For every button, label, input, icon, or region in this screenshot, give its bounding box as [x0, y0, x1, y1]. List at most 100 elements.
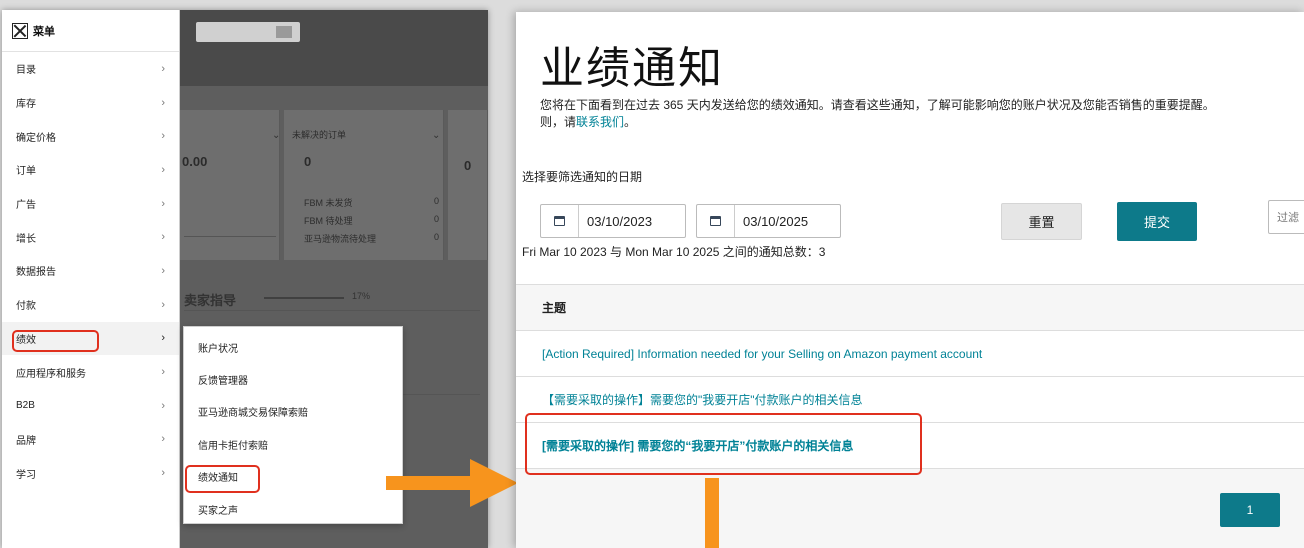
description-text: 则，请 [540, 115, 577, 129]
chevron-right-icon: › [161, 399, 165, 412]
chevron-right-icon: › [161, 231, 165, 244]
notification-link[interactable]: 【需要采取的操作】需要您的"我要开店"付款账户的相关信息 [542, 391, 863, 408]
notification-count: Fri Mar 10 2023 与 Mon Mar 10 2025 之间的通知总… [522, 245, 826, 259]
description-text: 。 [624, 115, 637, 129]
arrow-head-annotation [470, 459, 518, 507]
description-line: 则，请联系我们。 [540, 114, 1304, 131]
count-zero: 0 [434, 214, 440, 224]
chevron-right-icon: › [161, 332, 165, 345]
reset-button[interactable]: 重置 [1001, 203, 1082, 240]
calendar-icon[interactable] [697, 205, 735, 237]
menu-item-b2b[interactable]: B2B › [2, 389, 179, 423]
menu-header: 菜单 [2, 10, 179, 52]
chevron-right-icon: › [161, 62, 165, 75]
menu-item-learn[interactable]: 学习 › [2, 456, 179, 490]
page-description: 您将在下面看到在过去 365 天内发送给您的绩效通知。请查看这些通知，了解可能影… [540, 97, 1304, 131]
divider [184, 310, 480, 311]
menu-item-advertising[interactable]: 广告 › [2, 187, 179, 221]
amazon-pending-label: 亚马逊物流待处理 [304, 234, 377, 244]
close-icon[interactable] [12, 22, 28, 39]
menu-item-label: 数据报告 [16, 267, 56, 279]
chevron-right-icon: › [161, 197, 165, 210]
date-filter-label: 选择要筛选通知的日期 [522, 170, 643, 184]
extra-card [448, 110, 488, 260]
subject-column-header: 主题 [542, 301, 567, 315]
unresolved-orders-label: 未解决的订单 [292, 130, 347, 140]
page-button[interactable]: 1 [1220, 493, 1280, 527]
filter-input[interactable]: 过滤 [1268, 200, 1304, 234]
chevron-right-icon: › [161, 433, 165, 446]
chevron-right-icon: › [161, 298, 165, 311]
sales-card [180, 110, 280, 260]
calendar-icon[interactable] [541, 205, 579, 237]
notification-link[interactable]: [Action Required] Information needed for… [542, 347, 982, 361]
menu-item-brand[interactable]: 品牌 › [2, 423, 179, 457]
pagination-row: 1 [516, 468, 1304, 548]
progress-bar [264, 297, 344, 299]
end-date-value: 03/10/2025 [743, 213, 809, 229]
table-row: [Action Required] Information needed for… [516, 330, 1304, 376]
sales-value: 0.00 [182, 154, 208, 169]
submit-button[interactable]: 提交 [1117, 202, 1197, 241]
highlight-performance-menu [12, 330, 99, 352]
end-date-field[interactable]: 03/10/2025 [696, 204, 841, 238]
menu-item-label: 目录 [16, 65, 36, 77]
start-date-field[interactable]: 03/10/2023 [540, 204, 686, 238]
seller-guide-heading: 卖家指导 [184, 293, 237, 308]
menu-item-label: 确定价格 [16, 132, 56, 144]
menu-item-label: 付款 [16, 301, 36, 313]
highlight-notification-row [525, 413, 922, 475]
chevron-right-icon: › [161, 366, 165, 379]
page-title: 业绩通知 [540, 44, 724, 93]
menu-title: 菜单 [33, 25, 55, 38]
menu-item-label: 品牌 [16, 435, 36, 447]
submenu-item-a-to-z-claims[interactable]: 亚马逊商城交易保障索赔 [184, 396, 402, 428]
dashboard-topbar [180, 10, 488, 86]
contact-us-link[interactable]: 联系我们 [576, 115, 624, 129]
chart-axis [184, 236, 276, 237]
menu-item-label: 增长 [16, 233, 36, 245]
menu-item-orders[interactable]: 订单 › [2, 153, 179, 187]
menu-item-label: 应用程序和服务 [16, 368, 86, 380]
count-zero: 0 [434, 232, 440, 242]
menu-item-label: 订单 [16, 166, 36, 178]
menu-item-catalog[interactable]: 目录 › [2, 52, 179, 86]
chevron-right-icon: › [161, 96, 165, 109]
chevron-right-icon: › [161, 163, 165, 176]
fbm-pending-label: FBM 待处理 [304, 216, 353, 226]
menu-item-reports[interactable]: 数据报告 › [2, 254, 179, 288]
menu-item-growth[interactable]: 增长 › [2, 220, 179, 254]
chevron-down-icon[interactable]: ⌄ [272, 130, 280, 141]
menu-item-payments[interactable]: 付款 › [2, 288, 179, 322]
chevron-right-icon: › [161, 467, 165, 480]
menu-item-label: 广告 [16, 200, 36, 212]
menu-item-apps-services[interactable]: 应用程序和服务 › [2, 355, 179, 389]
side-menu: 菜单 目录 › 库存 › 确定价格 › 订单 › 广告 › 增长 › 数据报告 › 付款 › 绩… [2, 10, 180, 548]
start-date-value: 03/10/2023 [587, 213, 653, 229]
fbm-unshipped-label: FBM 未发货 [304, 198, 353, 208]
submenu-item-chargeback-claims[interactable]: 信用卡拒付索赔 [184, 428, 402, 460]
highlight-notifications-submenu [185, 465, 260, 493]
description-line: 您将在下面看到在过去 365 天内发送给您的绩效通知。请查看这些通知，了解可能影… [540, 98, 1215, 112]
arrow-annotation [705, 478, 719, 548]
menu-item-label: 库存 [16, 99, 36, 111]
menu-item-pricing[interactable]: 确定价格 › [2, 119, 179, 153]
left-screenshot: ⌄ ⌄ 未解决的订单 0.00 0 0 FBM 未发货 FBM 待处理 亚马逊物… [2, 10, 488, 548]
chevron-down-icon[interactable]: ⌄ [432, 130, 440, 141]
count-zero: 0 [434, 196, 440, 206]
submenu-item-account-health[interactable]: 账户状况 [184, 331, 402, 363]
chevron-right-icon: › [161, 130, 165, 143]
performance-submenu: 账户状况 反馈管理器 亚马逊商城交易保障索赔 信用卡拒付索赔 绩效通知 买家之声 [183, 326, 403, 524]
menu-item-inventory[interactable]: 库存 › [2, 86, 179, 120]
menu-item-label: 学习 [16, 469, 36, 481]
menu-item-label: B2B [16, 400, 35, 412]
account-flag-blurred [276, 26, 292, 38]
right-screenshot: 业绩通知 您将在下面看到在过去 365 天内发送给您的绩效通知。请查看这些通知，… [516, 12, 1304, 548]
submenu-item-voice-of-customer[interactable]: 买家之声 [184, 493, 402, 525]
table-header: 主题 [516, 284, 1304, 330]
submenu-item-feedback-manager[interactable]: 反馈管理器 [184, 363, 402, 395]
extra-value: 0 [464, 158, 472, 173]
progress-percent: 17% [352, 291, 371, 301]
chevron-right-icon: › [161, 264, 165, 277]
orders-value: 0 [304, 154, 312, 169]
